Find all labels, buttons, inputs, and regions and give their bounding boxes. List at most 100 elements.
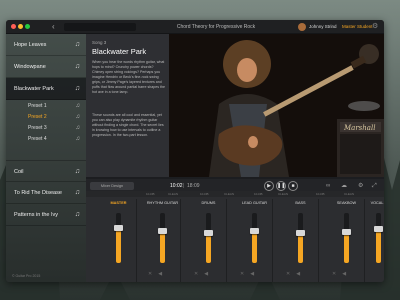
- preset-item[interactable]: Preset 3 ♫: [6, 123, 86, 134]
- window-title: Chord Theory for Progressive Rock: [176, 24, 256, 30]
- volume-fill: [206, 233, 211, 263]
- volume-slider[interactable]: [158, 213, 167, 263]
- minimize-window-button[interactable]: [18, 24, 23, 29]
- sidebar-item-blackwater-park[interactable]: Blackwater Park ♫: [6, 78, 86, 100]
- video-player[interactable]: Marshall: [169, 34, 384, 177]
- lesson-paragraph: When you hear the words rhythm guitar, w…: [92, 60, 166, 94]
- current-time: 10:02: [170, 183, 183, 189]
- guitarist-video-frame: Marshall: [169, 34, 384, 177]
- volume-fill: [116, 228, 121, 263]
- channel-icons: ✕ ◀: [194, 271, 223, 277]
- slider-knob[interactable]: [158, 227, 167, 234]
- mixer-header-label: CLEAN: [278, 192, 289, 196]
- mute-icon[interactable]: ✕: [240, 271, 244, 277]
- lesson-text-panel: Song 3 Blackwater Park When you hear the…: [86, 34, 169, 177]
- channel-icons: ✕ ◀: [148, 271, 177, 277]
- sidebar-item-label: Coil: [14, 169, 24, 175]
- volume-fill: [376, 229, 381, 263]
- speaker-icon[interactable]: ◀: [250, 271, 254, 277]
- sidebar-item-label: To Rid The Disease: [14, 190, 62, 196]
- total-time: 18:09: [187, 183, 200, 189]
- channel-name: SEAKBOW: [336, 201, 357, 205]
- slider-knob[interactable]: [204, 230, 213, 236]
- copyright-text: © Guitar Pro 2015: [12, 274, 41, 278]
- fullscreen-icon[interactable]: ⤢: [372, 182, 377, 190]
- volume-slider[interactable]: [296, 213, 305, 263]
- channel-icons: ✕ ◀: [240, 271, 269, 277]
- pause-button[interactable]: ❚❚: [276, 181, 286, 191]
- preset-label: Preset 2: [28, 114, 47, 120]
- sidebar-item-coil[interactable]: Coil ♫: [6, 160, 86, 182]
- avatar[interactable]: [298, 23, 306, 31]
- music-note-icon: ♫: [75, 114, 81, 120]
- mixer-channel-lead-guitar: LEAD GUITAR ✕ ◀: [236, 199, 273, 282]
- volume-slider[interactable]: [250, 213, 259, 263]
- sidebar-item-patterns-in-the-ivy[interactable]: Patterns in the Ivy ♫: [6, 204, 86, 226]
- channel-icons: ✕ ◀: [332, 271, 361, 277]
- mixer-channel-vocal: VOCAL: [370, 199, 384, 282]
- sidebar-item-to-rid-the-disease[interactable]: To Rid The Disease ♫: [6, 182, 86, 204]
- preset-item[interactable]: Preset 2 ♫: [6, 112, 86, 123]
- mixer-channel-rhythm-guitar: RHYTHM GUITAR ✕ ◀: [144, 199, 181, 282]
- music-note-icon: ♫: [74, 85, 80, 92]
- speaker-icon[interactable]: ◀: [204, 271, 208, 277]
- volume-slider[interactable]: [114, 213, 123, 263]
- channel-name: RHYTHM GUITAR: [146, 201, 179, 205]
- volume-fill: [252, 230, 257, 263]
- zoom-window-button[interactable]: [25, 24, 30, 29]
- volume-slider[interactable]: [374, 213, 383, 263]
- slider-knob[interactable]: [342, 229, 351, 235]
- gear-icon[interactable]: ⚙: [372, 22, 378, 32]
- user-role[interactable]: Master Student: [342, 23, 373, 31]
- cloud-icon[interactable]: ☁: [341, 182, 347, 190]
- music-note-icon: ♫: [74, 211, 80, 218]
- mute-icon[interactable]: ✕: [332, 271, 336, 277]
- play-button[interactable]: ▶: [264, 181, 274, 191]
- channel-name: MASTER: [110, 201, 127, 205]
- mixer-header-label: CLEAN: [224, 192, 235, 196]
- music-note-icon: ♫: [75, 125, 81, 131]
- mute-icon[interactable]: ✕: [148, 271, 152, 277]
- mixer-channel-drums: DRUMS ✕ ◀: [190, 199, 227, 282]
- sidebar-item-hope-leaves[interactable]: Hope Leaves ♫: [6, 34, 86, 56]
- app-window: ‹ Chord Theory for Progressive Rock John…: [6, 20, 384, 282]
- channel-name: VOCAL: [370, 201, 384, 205]
- sidebar-item-label: Patterns in the Ivy: [14, 212, 59, 218]
- speaker-icon[interactable]: ◀: [342, 271, 346, 277]
- volume-slider[interactable]: [342, 213, 351, 263]
- volume-slider[interactable]: [204, 213, 213, 263]
- sidebar-item-label: Blackwater Park: [14, 86, 54, 92]
- loop-icon[interactable]: ∞: [326, 182, 330, 190]
- slider-knob[interactable]: [374, 226, 383, 232]
- sidebar-item-label: Hope Leaves: [14, 42, 47, 48]
- mute-icon[interactable]: ✕: [286, 271, 290, 277]
- preset-item[interactable]: Preset 1 ♫: [6, 101, 86, 112]
- music-note-icon: ♫: [74, 63, 80, 70]
- mixer-design-button[interactable]: Mixer Design: [90, 182, 134, 190]
- settings-icon[interactable]: ⚙: [358, 182, 363, 190]
- back-arrow-icon[interactable]: ‹: [52, 22, 55, 32]
- search-input[interactable]: [64, 23, 136, 31]
- sidebar-item-label: Windowpane: [14, 64, 46, 70]
- mixer-panel: 10-DB CLEAN 10-DB CLEAN 10-DB CLEAN 10-D…: [86, 191, 384, 282]
- speaker-icon[interactable]: ◀: [158, 271, 162, 277]
- slider-knob[interactable]: [296, 230, 305, 236]
- close-window-button[interactable]: [11, 24, 16, 29]
- preset-item[interactable]: Preset 4 ♫: [6, 134, 86, 145]
- music-note-icon: ♫: [74, 189, 80, 196]
- transport-bar: Mixer Design 10:02 | 18:09 ▶ ❚❚ ■ ∞ ☁ ⚙ …: [86, 177, 384, 191]
- lesson-paragraph: These sounds are all cool and essential,…: [92, 113, 164, 137]
- mixer-header-label: 10-DB: [254, 192, 263, 196]
- music-note-icon: ♫: [75, 103, 81, 109]
- channel-name: BASS: [295, 201, 306, 205]
- song-title: Blackwater Park: [92, 47, 147, 56]
- user-name[interactable]: Johnny Strind: [309, 23, 337, 31]
- mute-icon[interactable]: ✕: [194, 271, 198, 277]
- stop-button[interactable]: ■: [288, 181, 298, 191]
- slider-knob[interactable]: [114, 225, 123, 231]
- sidebar-item-windowpane[interactable]: Windowpane ♫: [6, 56, 86, 78]
- slider-knob[interactable]: [250, 227, 259, 234]
- volume-fill: [160, 230, 165, 263]
- music-note-icon: ♫: [74, 41, 80, 48]
- speaker-icon[interactable]: ◀: [296, 271, 300, 277]
